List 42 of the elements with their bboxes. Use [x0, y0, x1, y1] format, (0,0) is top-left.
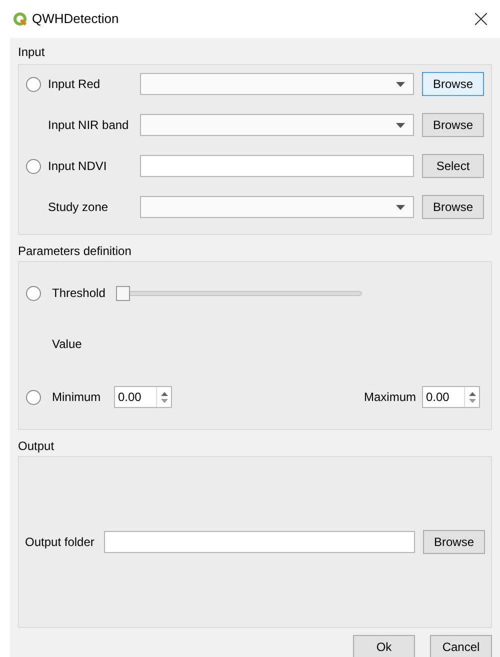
slider-handle[interactable] [116, 286, 130, 300]
field-label: Threshold [52, 285, 106, 302]
radio-button[interactable] [26, 286, 41, 300]
number-field[interactable]: 0.00 [114, 386, 172, 408]
threshold-slider[interactable] [116, 286, 362, 300]
field-label: Output folder [25, 534, 96, 551]
dialog-button[interactable]: Ok [353, 635, 415, 657]
browse-button[interactable]: Select [422, 154, 484, 178]
browse-button[interactable]: Browse [422, 113, 484, 137]
field-label: Input NIR band [48, 117, 130, 134]
dialog-button[interactable]: Cancel [430, 635, 492, 657]
spin-up-icon[interactable] [468, 392, 476, 396]
section-title: Output [18, 438, 56, 455]
field-label: Minimum [52, 389, 102, 406]
field-label: Input NDVI [48, 158, 108, 175]
value-label: Value [52, 336, 82, 353]
number-field[interactable]: 0.00 [422, 386, 480, 408]
spin-up-icon[interactable] [160, 392, 168, 396]
browse-button[interactable]: Browse [422, 72, 484, 96]
section-title: Input [18, 44, 46, 58]
close-icon[interactable] [475, 13, 487, 25]
browse-button[interactable]: Browse [422, 195, 484, 219]
dropdown-arrow-icon [396, 82, 406, 86]
radio-button[interactable] [26, 76, 41, 92]
window-title: QWHDetection [32, 10, 119, 28]
dropdown[interactable] [140, 73, 414, 95]
field-label: Study zone [48, 199, 110, 216]
dropdown-arrow-icon [396, 204, 406, 210]
browse-button[interactable]: Browse [423, 530, 485, 554]
spin-down-icon[interactable] [468, 398, 476, 402]
section-title: Parameters definition [18, 243, 132, 260]
app-logo-icon [13, 12, 27, 26]
dropdown[interactable] [140, 114, 414, 136]
input-field[interactable] [104, 531, 416, 553]
dropdown[interactable] [140, 196, 414, 218]
field-label: Maximum [364, 389, 416, 406]
radio-button[interactable] [26, 158, 41, 174]
input-field[interactable] [140, 155, 414, 177]
dropdown-arrow-icon [396, 122, 406, 128]
radio-button[interactable] [26, 390, 41, 404]
spin-down-icon[interactable] [160, 398, 168, 402]
field-label: Input Red [48, 76, 102, 93]
